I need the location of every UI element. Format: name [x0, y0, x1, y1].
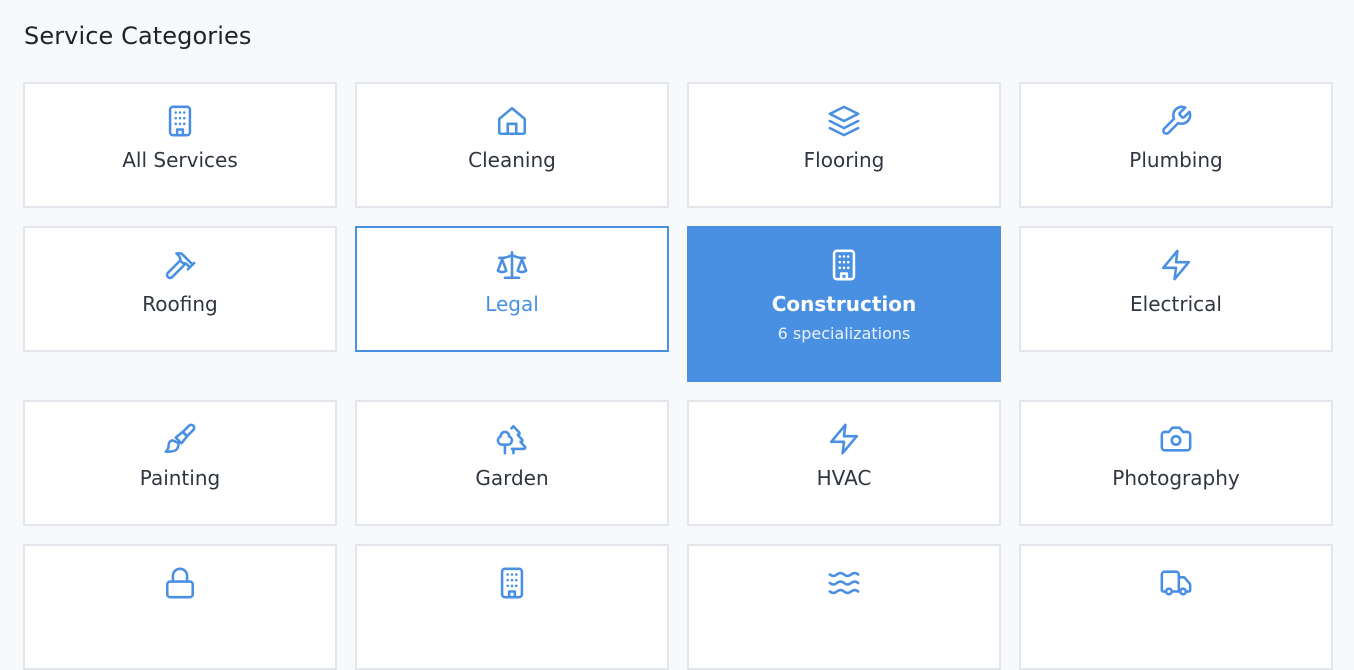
category-card-hvac[interactable]: HVAC	[687, 400, 1001, 526]
category-label: HVAC	[816, 466, 872, 490]
category-label: All Services	[122, 148, 238, 172]
category-card-security[interactable]	[23, 544, 337, 670]
category-label: Construction	[771, 292, 917, 316]
building-icon	[163, 104, 197, 138]
home-icon	[495, 104, 529, 138]
category-card-plumbing[interactable]: Plumbing	[1019, 82, 1333, 208]
paintbrush-icon	[163, 422, 197, 456]
category-card-all-services[interactable]: All Services	[23, 82, 337, 208]
zap-icon	[827, 422, 861, 456]
category-label: Plumbing	[1129, 148, 1223, 172]
category-card-pools[interactable]	[687, 544, 1001, 670]
camera-icon	[1159, 422, 1193, 456]
specializations-count: 6 specializations	[777, 324, 911, 343]
wrench-icon	[1159, 104, 1193, 138]
category-label: Garden	[475, 466, 549, 490]
category-label: Legal	[485, 292, 539, 316]
category-card-legal[interactable]: Legal	[355, 226, 669, 352]
scale-icon	[495, 248, 529, 282]
category-label: Cleaning	[468, 148, 556, 172]
category-card-electrical[interactable]: Electrical	[1019, 226, 1333, 352]
category-card-garden[interactable]: Garden	[355, 400, 669, 526]
hammer-icon	[163, 248, 197, 282]
category-card-painting[interactable]: Painting	[23, 400, 337, 526]
category-card-cleaning[interactable]: Cleaning	[355, 82, 669, 208]
category-card-photography[interactable]: Photography	[1019, 400, 1333, 526]
category-grid: All Services Cleaning Flooring Plumbing …	[0, 0, 1354, 670]
category-label: Roofing	[142, 292, 218, 316]
category-label: Electrical	[1130, 292, 1222, 316]
layers-icon	[827, 104, 861, 138]
category-label: Photography	[1112, 466, 1240, 490]
category-card-construction[interactable]: Construction 6 specializations	[687, 226, 1001, 382]
trees-icon	[495, 422, 529, 456]
category-label: Painting	[139, 466, 221, 490]
category-card-flooring[interactable]: Flooring	[687, 82, 1001, 208]
building-icon	[827, 248, 861, 282]
category-label: Flooring	[803, 148, 885, 172]
zap-icon	[1159, 248, 1193, 282]
category-card-office[interactable]	[355, 544, 669, 670]
category-card-roofing[interactable]: Roofing	[23, 226, 337, 352]
category-card-moving[interactable]	[1019, 544, 1333, 670]
